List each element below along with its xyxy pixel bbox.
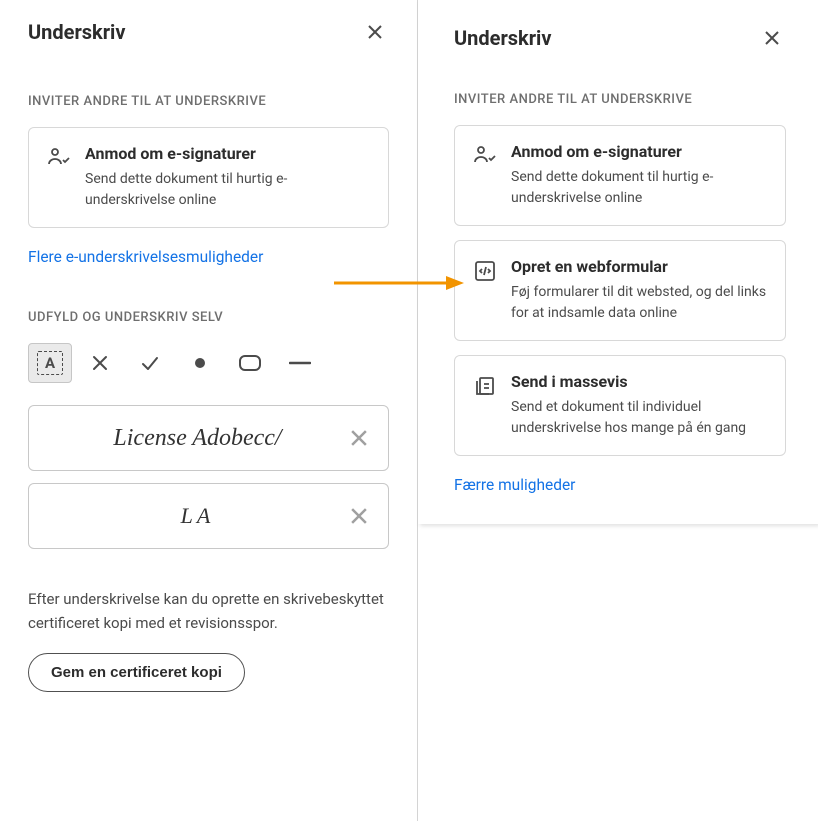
- initials-box[interactable]: LA: [28, 483, 389, 549]
- dot-tool-button[interactable]: [178, 343, 222, 383]
- x-tool-button[interactable]: [78, 343, 122, 383]
- card-content: Opret en webformular Føj formularer til …: [511, 257, 767, 324]
- stack-send-icon: [473, 374, 497, 398]
- card-desc: Send dette dokument til hurtig e-undersk…: [85, 169, 370, 211]
- check-icon: [140, 353, 160, 373]
- app-container: Underskriv INVITER ANDRE TIL AT UNDERSKR…: [0, 0, 818, 821]
- sign-panel-collapsed: Underskriv INVITER ANDRE TIL AT UNDERSKR…: [0, 0, 418, 821]
- card-content: Anmod om e-signaturer Send dette dokumen…: [85, 144, 370, 211]
- panel-header: Underskriv: [454, 24, 786, 52]
- close-icon: [351, 430, 367, 446]
- annotation-toolbar: A: [28, 343, 389, 383]
- card-title: Anmod om e-signaturer: [85, 144, 370, 163]
- invite-others-label: INVITER ANDRE TIL AT UNDERSKRIVE: [28, 94, 389, 109]
- code-form-icon: [473, 259, 497, 283]
- close-button[interactable]: [758, 24, 786, 52]
- more-esign-options-link[interactable]: Flere e-underskrivelsesmuligheder: [28, 248, 263, 266]
- panel-title: Underskriv: [28, 20, 125, 44]
- create-webform-card[interactable]: Opret en webformular Føj formularer til …: [454, 240, 786, 341]
- card-desc: Føj formularer til dit websted, og del l…: [511, 282, 767, 324]
- fewer-options-link[interactable]: Færre muligheder: [454, 476, 575, 494]
- certified-copy-note: Efter underskrivelse kan du oprette en s…: [28, 587, 389, 635]
- fill-sign-label: UDFYLD OG UNDERSKRIV SELV: [28, 310, 389, 325]
- fill-sign-section: UDFYLD OG UNDERSKRIV SELV A: [28, 310, 389, 692]
- signature-box[interactable]: License Adobecc/: [28, 405, 389, 471]
- card-content: Anmod om e-signaturer Send dette dokumen…: [511, 142, 767, 209]
- request-esignatures-card[interactable]: Anmod om e-signaturer Send dette dokumen…: [28, 127, 389, 228]
- delete-signature-button[interactable]: [344, 423, 374, 453]
- people-sign-icon: [47, 146, 71, 170]
- initials-preview: LA: [51, 503, 344, 529]
- line-icon: [289, 360, 311, 366]
- card-content: Send i massevis Send et dokument til ind…: [511, 372, 767, 439]
- send-in-bulk-card[interactable]: Send i massevis Send et dokument til ind…: [454, 355, 786, 456]
- check-tool-button[interactable]: [128, 343, 172, 383]
- close-button[interactable]: [361, 18, 389, 46]
- panel-header: Underskriv: [28, 18, 389, 46]
- card-desc: Send et dokument til individuel underskr…: [511, 397, 767, 439]
- line-tool-button[interactable]: [278, 343, 322, 383]
- rect-icon: [238, 354, 262, 372]
- people-sign-icon: [473, 144, 497, 168]
- card-title: Opret en webformular: [511, 257, 767, 276]
- sign-panel-expanded: Underskriv INVITER ANDRE TIL AT UNDERSKR…: [418, 0, 818, 524]
- invite-others-label: INVITER ANDRE TIL AT UNDERSKRIVE: [454, 92, 786, 107]
- signature-preview: License Adobecc/: [51, 425, 344, 452]
- close-icon: [351, 508, 367, 524]
- delete-initials-button[interactable]: [344, 501, 374, 531]
- text-tool-button[interactable]: A: [28, 343, 72, 383]
- request-esignatures-card[interactable]: Anmod om e-signaturer Send dette dokumen…: [454, 125, 786, 226]
- rect-tool-button[interactable]: [228, 343, 272, 383]
- card-title: Anmod om e-signaturer: [511, 142, 767, 161]
- text-icon: A: [37, 351, 63, 375]
- dot-icon: [194, 357, 206, 369]
- close-icon: [368, 25, 382, 39]
- save-certified-copy-button[interactable]: Gem en certificeret kopi: [28, 653, 245, 692]
- card-desc: Send dette dokument til hurtig e-undersk…: [511, 167, 767, 209]
- x-icon: [91, 354, 109, 372]
- card-title: Send i massevis: [511, 372, 767, 391]
- close-icon: [765, 31, 779, 45]
- panel-title: Underskriv: [454, 26, 551, 50]
